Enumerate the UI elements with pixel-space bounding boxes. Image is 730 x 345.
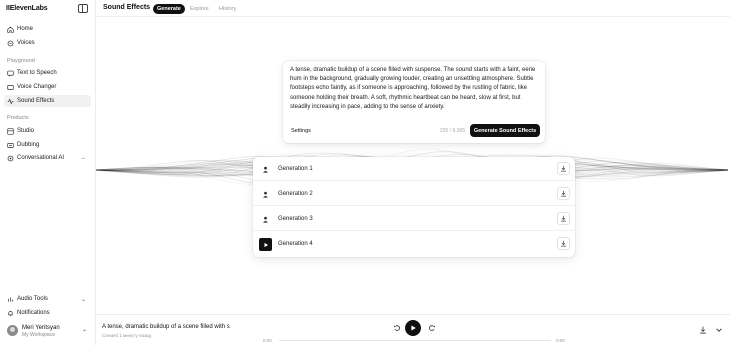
home-icon bbox=[7, 26, 14, 33]
current-time: 0:00 bbox=[263, 338, 272, 343]
chevron-down-icon: ⌄ bbox=[81, 327, 87, 333]
sidebar-item-label: Text to Speech bbox=[17, 70, 57, 76]
sidebar-item-label: Home bbox=[17, 26, 34, 32]
loading-person-icon bbox=[259, 163, 272, 176]
character-count: 225 / 9,365 bbox=[440, 128, 466, 134]
sidebar-item-conversational-ai[interactable]: Conversational AI → bbox=[4, 152, 91, 164]
audio-player: A tense, dramatic buildup of a scene fil… bbox=[96, 314, 730, 345]
conversational-ai-icon bbox=[7, 155, 14, 162]
generations-list: Generation 1 Generation 2 Generation 3 G… bbox=[253, 157, 575, 257]
sidebar-item-label: Sound Effects bbox=[17, 98, 55, 104]
sidebar-item-audio-tools[interactable]: Audio Tools ⌄ bbox=[4, 293, 91, 305]
avatar bbox=[7, 325, 18, 336]
chevron-down-icon: ⌄ bbox=[80, 297, 86, 303]
generation-label: Generation 4 bbox=[278, 241, 313, 247]
sidebar-item-label: Dubbing bbox=[17, 142, 40, 148]
generation-label: Generation 1 bbox=[278, 166, 313, 172]
player-track-created: Created 1 минуту назад bbox=[102, 333, 152, 338]
workspace-name: My Workspace bbox=[22, 332, 55, 338]
sidebar-item-voices[interactable]: Voices bbox=[4, 37, 91, 49]
audio-tools-icon bbox=[7, 296, 14, 303]
rewind-icon[interactable] bbox=[391, 322, 402, 333]
sound-effects-icon bbox=[7, 97, 14, 105]
sidebar-item-label: Voice Changer bbox=[17, 84, 57, 90]
generation-row[interactable]: Generation 1 bbox=[253, 157, 575, 181]
elevenlabs-logo[interactable]: IIElevenLabs bbox=[6, 5, 48, 12]
section-label-products: Products bbox=[7, 115, 29, 121]
chevron-down-icon[interactable] bbox=[714, 325, 723, 334]
tab-history[interactable]: History bbox=[215, 4, 240, 14]
loading-person-icon bbox=[259, 213, 272, 226]
settings-button[interactable]: Settings bbox=[291, 128, 311, 134]
generate-sound-effects-button[interactable]: Generate Sound Effects bbox=[470, 124, 540, 137]
sidebar-item-label: Conversational AI bbox=[17, 155, 65, 161]
download-icon[interactable] bbox=[557, 187, 570, 200]
page-title: Sound Effects bbox=[103, 4, 151, 11]
section-label-playground: Playground bbox=[7, 58, 35, 64]
user-menu[interactable]: Meri Yeritsyan My Workspace ⌄ bbox=[4, 322, 91, 340]
sidebar-item-label: Audio Tools bbox=[17, 296, 48, 302]
total-time: 0:00 bbox=[556, 338, 565, 343]
sidebar-item-label: Voices bbox=[17, 40, 35, 46]
play-icon[interactable] bbox=[259, 238, 272, 251]
generation-label: Generation 3 bbox=[278, 216, 313, 222]
sidebar-item-label: Studio bbox=[17, 128, 35, 134]
download-icon[interactable] bbox=[698, 325, 707, 334]
sidebar-item-text-to-speech[interactable]: Text to Speech bbox=[4, 67, 91, 79]
dubbing-icon bbox=[7, 142, 14, 149]
sidebar-item-dubbing[interactable]: Dubbing bbox=[4, 139, 91, 151]
studio-icon bbox=[7, 127, 14, 135]
download-icon[interactable] bbox=[557, 237, 570, 250]
progress-bar[interactable] bbox=[279, 340, 551, 341]
play-button[interactable] bbox=[405, 320, 421, 336]
generation-row[interactable]: Generation 2 bbox=[253, 182, 575, 206]
arrow-right-icon: → bbox=[80, 155, 86, 161]
generation-label: Generation 2 bbox=[278, 191, 313, 197]
tab-generate[interactable]: Generate bbox=[153, 4, 185, 14]
sidebar-item-sound-effects[interactable]: Sound Effects bbox=[4, 95, 91, 107]
generation-row[interactable]: Generation 3 bbox=[253, 207, 575, 231]
loading-person-icon bbox=[259, 188, 272, 201]
download-icon[interactable] bbox=[557, 162, 570, 175]
tab-explore[interactable]: Explore bbox=[186, 4, 213, 14]
sidebar: IIElevenLabs Home Voices Playground Text… bbox=[0, 0, 96, 345]
sidebar-item-home[interactable]: Home bbox=[4, 23, 91, 35]
voices-icon bbox=[7, 40, 14, 47]
sidebar-item-studio[interactable]: Studio bbox=[4, 125, 91, 137]
sidebar-item-label: Notifications bbox=[17, 310, 50, 316]
text-to-speech-icon bbox=[7, 70, 14, 77]
forward-icon[interactable] bbox=[426, 322, 437, 333]
header: Sound Effects Generate Explore History bbox=[96, 0, 730, 17]
prompt-input[interactable]: A tense, dramatic buildup of a scene fil… bbox=[290, 66, 538, 112]
sidebar-toggle-icon[interactable] bbox=[78, 4, 88, 13]
download-icon[interactable] bbox=[557, 212, 570, 225]
generation-row[interactable]: Generation 4 bbox=[253, 232, 575, 256]
prompt-card: A tense, dramatic buildup of a scene fil… bbox=[283, 61, 545, 143]
sidebar-item-voice-changer[interactable]: Voice Changer bbox=[4, 81, 91, 93]
bell-icon bbox=[7, 310, 14, 317]
player-track-title: A tense, dramatic buildup of a scene fil… bbox=[102, 324, 230, 330]
user-name: Meri Yeritsyan bbox=[22, 325, 60, 331]
voice-changer-icon bbox=[7, 84, 14, 91]
sidebar-item-notifications[interactable]: Notifications bbox=[4, 307, 91, 319]
